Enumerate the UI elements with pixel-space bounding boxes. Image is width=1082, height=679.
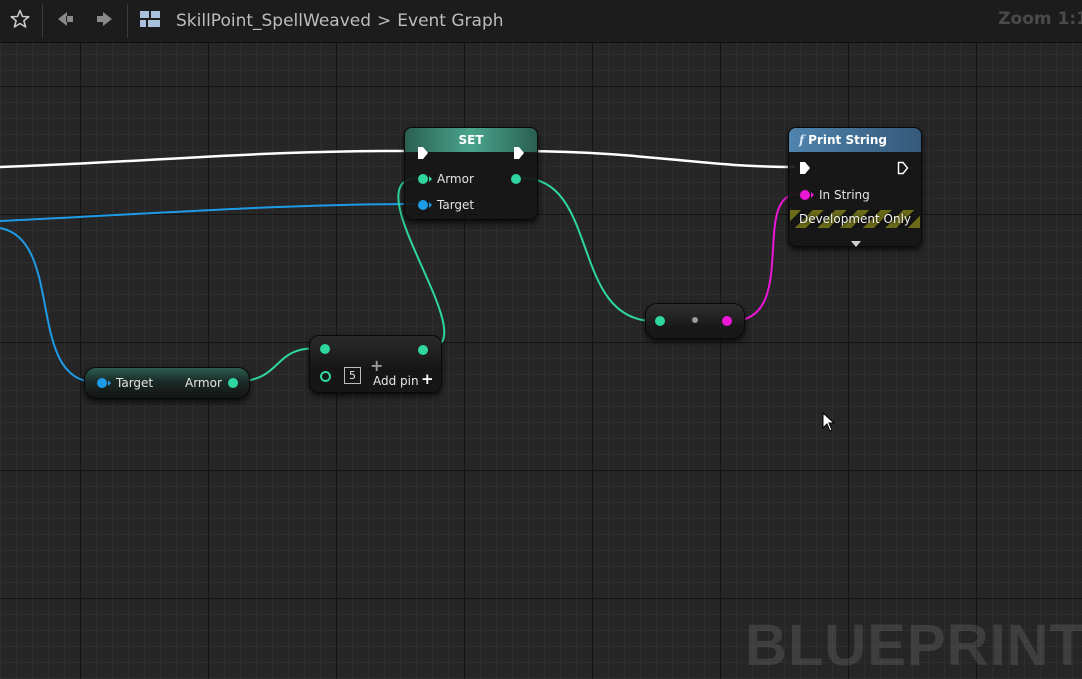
in-string-pin[interactable]: In String — [800, 188, 870, 202]
conversion-output-pin[interactable] — [722, 316, 732, 326]
exec-in-pin[interactable] — [799, 160, 811, 179]
struct-wire-set-convert — [521, 177, 655, 322]
array-item-input-pin[interactable] — [320, 344, 330, 354]
add-pin-plus-icon[interactable]: + — [421, 370, 434, 388]
get-target-pin[interactable]: Target — [97, 376, 153, 390]
armor-output-pin[interactable] — [511, 174, 521, 184]
array-unconnected-pin[interactable] — [320, 371, 331, 382]
exec-in-pin[interactable] — [417, 145, 429, 164]
get-armor-pin[interactable]: Armor — [185, 376, 238, 390]
get-armor-label: Armor — [185, 376, 222, 390]
development-only-label: Development Only — [798, 212, 912, 226]
target-input-pin[interactable]: Target — [418, 198, 474, 212]
mouse-cursor-icon — [822, 411, 836, 436]
exec-wire-in — [0, 149, 416, 169]
make-array-node[interactable]: + 5 Add pin + — [309, 335, 442, 393]
in-string-label: In String — [819, 188, 870, 202]
object-wire-target — [0, 203, 418, 222]
print-string-node[interactable]: f Print String In String Development Onl… — [788, 127, 922, 247]
print-string-header: f Print String — [789, 128, 921, 152]
conversion-node[interactable] — [645, 303, 745, 339]
array-plus-icon: + — [370, 356, 384, 375]
set-node-title: SET — [458, 133, 484, 147]
armor-pin-label: Armor — [437, 172, 474, 186]
function-icon: f — [799, 133, 805, 147]
add-pin-label[interactable]: Add pin — [373, 374, 419, 388]
conversion-input-pin[interactable] — [655, 316, 665, 326]
exec-out-pin[interactable] — [897, 160, 909, 179]
conversion-center-dot — [692, 317, 698, 323]
get-armor-node[interactable]: Target Armor — [84, 367, 250, 399]
target-pin-label: Target — [437, 198, 475, 212]
blueprint-watermark: BLUEPRINT — [745, 613, 1082, 678]
get-target-label: Target — [116, 376, 154, 390]
armor-input-pin[interactable]: Armor — [418, 172, 474, 186]
graph-wires — [0, 149, 799, 383]
print-string-title: Print String — [808, 133, 887, 147]
array-output-pin[interactable] — [418, 345, 428, 355]
exec-out-pin[interactable] — [513, 145, 525, 164]
exec-wire-out — [524, 149, 796, 169]
array-count-box[interactable]: 5 — [344, 367, 361, 384]
object-wire-get — [0, 227, 97, 383]
set-node[interactable]: SET Armor Target — [404, 127, 538, 220]
expand-advanced-pins-icon[interactable] — [850, 233, 862, 252]
